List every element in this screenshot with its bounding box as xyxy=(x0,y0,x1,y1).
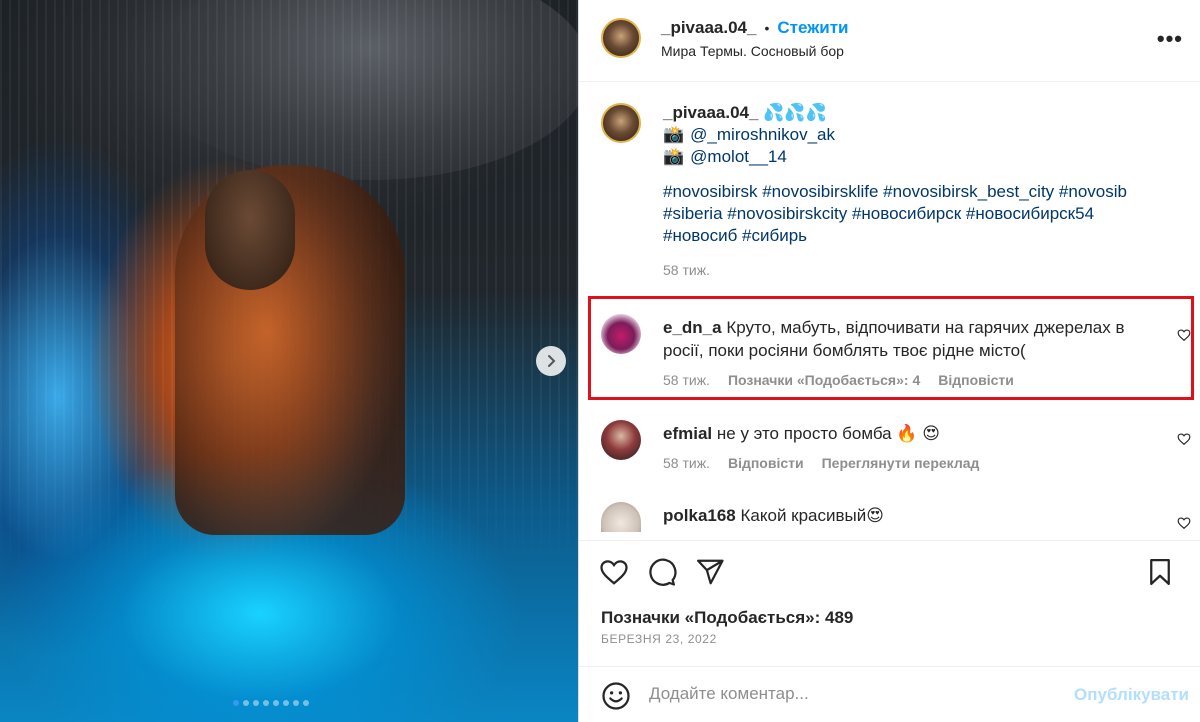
bookmark-icon[interactable] xyxy=(1145,557,1175,587)
location-link[interactable]: Мира Термы. Сосновый бор xyxy=(661,43,844,59)
mention-link[interactable]: @_miroshnikov_ak xyxy=(690,125,835,144)
more-options-icon[interactable]: ••• xyxy=(1157,26,1183,52)
follow-button[interactable]: Стежити xyxy=(777,18,848,38)
heart-icon[interactable] xyxy=(1177,432,1191,446)
add-comment-bar: Опублікувати xyxy=(579,666,1200,722)
action-bar xyxy=(579,540,1200,604)
comment-text: polka168 Какой красивый😍 xyxy=(663,504,1153,527)
hashtags-line[interactable]: #novosibirsk #novosibirsklife #novosibir… xyxy=(663,181,1173,203)
post-header: _pivaaa.04_ • Стежити Мира Термы. Соснов… xyxy=(579,0,1200,82)
commenter-username[interactable]: efmial xyxy=(663,424,712,443)
carousel-dot xyxy=(253,700,259,706)
comment-time: 58 тиж. xyxy=(663,372,710,388)
carousel-dot xyxy=(293,700,299,706)
share-icon[interactable] xyxy=(695,557,725,587)
comment-input[interactable] xyxy=(649,684,1049,704)
author-username[interactable]: _pivaaa.04_ xyxy=(661,18,756,38)
mention-link[interactable]: @molot__14 xyxy=(690,147,787,166)
author-avatar[interactable] xyxy=(601,18,641,58)
separator-dot: • xyxy=(764,20,770,36)
caption-username[interactable]: _pivaaa.04_ xyxy=(663,103,758,122)
carousel-dot xyxy=(303,700,309,706)
reply-button[interactable]: Відповісти xyxy=(938,372,1014,388)
carousel-dot xyxy=(283,700,289,706)
comment-icon[interactable] xyxy=(647,557,677,587)
post-date: БЕРЕЗНЯ 23, 2022 xyxy=(601,632,717,646)
caption-avatar[interactable] xyxy=(601,103,641,143)
comment-text: efmial не у это просто бомба 🔥 😍 xyxy=(663,422,1153,445)
next-photo-button[interactable] xyxy=(536,346,566,376)
translate-button[interactable]: Переглянути переклад xyxy=(822,455,980,471)
comment-text: e_dn_a Круто, мабуть, відпочивати на гар… xyxy=(663,316,1153,362)
comment-body: не у это просто бомба 🔥 😍 xyxy=(716,424,940,443)
commenter-avatar[interactable] xyxy=(601,314,641,354)
commenter-username[interactable]: e_dn_a xyxy=(663,318,722,337)
comment-time: 58 тиж. xyxy=(663,455,710,471)
comment-body: Круто, мабуть, відпочивати на гарячих дж… xyxy=(726,318,1125,337)
caption-emoji: 💦💦💦 xyxy=(763,103,827,123)
caption-time: 58 тиж. xyxy=(663,262,710,278)
heart-icon[interactable] xyxy=(1177,328,1191,342)
carousel-dots xyxy=(233,700,309,706)
commenter-avatar[interactable] xyxy=(601,420,641,460)
post-panel: _pivaaa.04_ • Стежити Мира Термы. Соснов… xyxy=(578,0,1200,722)
comment-likes[interactable]: Позначки «Подобається»: 4 xyxy=(728,372,920,388)
camera-icon: 📸 xyxy=(663,147,685,167)
carousel-dot xyxy=(273,700,279,706)
post-caption: _pivaaa.04_ 💦💦💦 📸 @_miroshnikov_ak 📸 @molo… xyxy=(663,102,1173,281)
commenter-avatar[interactable] xyxy=(601,502,641,532)
post-photo[interactable] xyxy=(0,0,578,722)
carousel-dot xyxy=(243,700,249,706)
heart-icon[interactable] xyxy=(1177,516,1191,530)
emoji-icon[interactable] xyxy=(601,681,631,711)
carousel-dot xyxy=(233,700,239,706)
reply-button[interactable]: Відповісти xyxy=(728,455,804,471)
person-head xyxy=(205,170,295,290)
like-icon[interactable] xyxy=(599,557,629,587)
camera-icon: 📸 xyxy=(663,125,685,145)
post-comment-button[interactable]: Опублікувати xyxy=(1074,685,1189,705)
hashtags-line[interactable]: #siberia #novosibirskcity #новосибирск #… xyxy=(663,203,1173,225)
chevron-right-icon xyxy=(548,355,556,367)
hashtags-line[interactable]: #новосиб #сибирь xyxy=(663,225,1173,247)
comment-body: Какой красивый😍 xyxy=(740,506,884,525)
carousel-dot xyxy=(263,700,269,706)
comment-body: росії, поки росіяни бомблять твоє рідне … xyxy=(663,341,1026,360)
likes-count[interactable]: Позначки «Подобається»: 489 xyxy=(601,608,853,628)
commenter-username[interactable]: polka168 xyxy=(663,506,736,525)
